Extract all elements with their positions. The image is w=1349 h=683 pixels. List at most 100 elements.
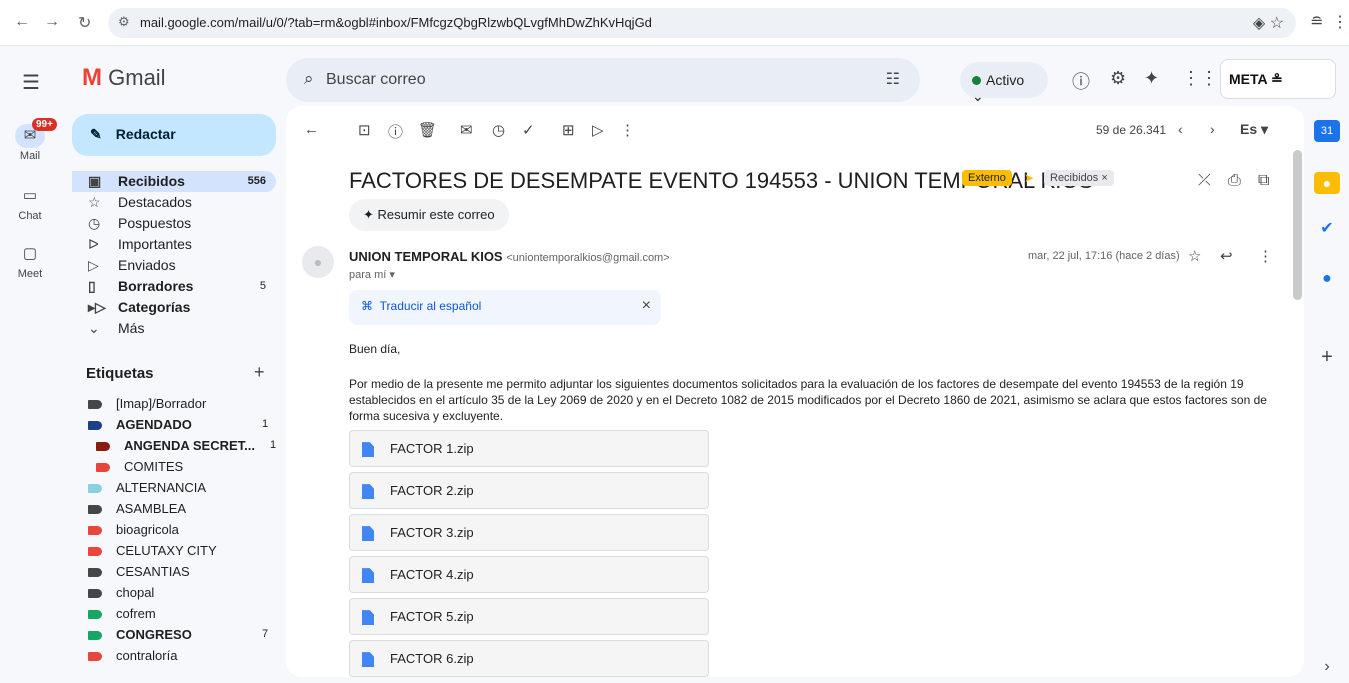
back-to-inbox-icon[interactable]: ← xyxy=(304,121,319,138)
attachment-chip[interactable]: FACTOR 1.zip xyxy=(349,430,709,467)
recipients-toggle[interactable]: para mí ▾ xyxy=(349,268,395,281)
label-tag-icon xyxy=(96,463,110,473)
reload-icon[interactable]: ↻ xyxy=(78,13,91,33)
contacts-icon[interactable]: ● xyxy=(1314,270,1340,292)
sender-avatar[interactable]: ● xyxy=(302,246,334,278)
settings-icon[interactable]: ⚙ xyxy=(1110,68,1126,89)
scrollbar[interactable] xyxy=(1293,150,1302,300)
label-item[interactable]: chopal xyxy=(88,582,154,603)
importance-marker-icon[interactable]: ➤ xyxy=(1024,171,1034,185)
url-text[interactable]: mail.google.com/mail/u/0/?tab=rm&ogbl#in… xyxy=(140,15,652,30)
attachment-chip[interactable]: FACTOR 3.zip xyxy=(349,514,709,551)
main-menu-icon[interactable]: ☰ xyxy=(22,70,40,95)
add-task-icon[interactable]: ✓ xyxy=(522,121,535,139)
labels-heading: Etiquetas xyxy=(86,365,154,382)
archive-icon[interactable]: ⊡ xyxy=(358,121,371,139)
open-new-window-icon[interactable]: ⧉ xyxy=(1258,172,1269,190)
label-item[interactable]: cofrem xyxy=(88,603,156,624)
help-icon[interactable]: ⓘ xyxy=(1072,68,1090,94)
gmail-logo[interactable]: M Gmail xyxy=(82,64,166,92)
compose-button[interactable]: ✎ Redactar xyxy=(72,114,276,156)
label-item[interactable]: ALTERNANCIA xyxy=(88,477,206,498)
input-tools-selector[interactable]: Es ▾ xyxy=(1240,121,1268,138)
message-more-icon[interactable]: ⋮ xyxy=(1258,247,1273,265)
calendar-icon[interactable]: 31 xyxy=(1314,120,1340,142)
search-options-icon[interactable]: ☷ xyxy=(886,69,900,89)
move-to-icon[interactable]: ⊞ xyxy=(562,121,575,139)
label-name: ASAMBLEA xyxy=(116,501,187,516)
label-item[interactable]: ANGENDA SECRET... 1 xyxy=(96,435,276,456)
label-tag-icon xyxy=(88,652,102,662)
attachment-name: FACTOR 3.zip xyxy=(390,525,474,540)
report-spam-icon[interactable]: ⓘ xyxy=(388,121,403,142)
attachment-chip[interactable]: FACTOR 4.zip xyxy=(349,556,709,593)
label-item[interactable]: CONGRESO 7 xyxy=(88,624,268,645)
search-bar[interactable]: ⌕ Buscar correo ☷ xyxy=(286,58,920,102)
account-org-logo[interactable]: META ≗ xyxy=(1220,59,1336,99)
label-item[interactable]: contraloría xyxy=(88,645,177,666)
add-label-icon[interactable]: + xyxy=(254,362,265,383)
rail-mail[interactable]: ✉ 99+ Mail xyxy=(0,118,60,162)
label-item[interactable]: COMITES xyxy=(96,456,183,477)
label-tag-icon xyxy=(96,442,110,452)
labels-icon[interactable]: ▷ xyxy=(592,121,604,139)
attachment-chip[interactable]: FACTOR 5.zip xyxy=(349,598,709,635)
keep-icon[interactable]: ● xyxy=(1314,172,1340,194)
label-tag-icon xyxy=(88,547,102,557)
search-input[interactable]: Buscar correo xyxy=(326,71,426,89)
show-side-panel-icon[interactable]: › xyxy=(1314,658,1340,680)
delete-icon[interactable]: 🗑︎ xyxy=(418,121,437,139)
nav-categories[interactable]: ▸▷ Categorías xyxy=(72,297,276,318)
label-item[interactable]: AGENDADO 1 xyxy=(88,414,268,435)
reply-icon[interactable]: ↩ xyxy=(1220,247,1233,265)
star-icon[interactable]: ☆ xyxy=(1188,247,1201,265)
collapse-icon[interactable]: ⤫ xyxy=(1198,172,1211,190)
label-item[interactable]: [Imap]/Borrador xyxy=(88,393,206,414)
sender[interactable]: UNION TEMPORAL KIOS <uniontemporalkios@g… xyxy=(349,249,670,264)
attachment-name: FACTOR 6.zip xyxy=(390,651,474,666)
label-item[interactable]: ASAMBLEA xyxy=(88,498,186,519)
tasks-icon[interactable]: ✔ xyxy=(1314,218,1340,240)
nav-starred[interactable]: ☆ Destacados xyxy=(72,192,276,213)
nav-snoozed[interactable]: ◷ Pospuestos xyxy=(72,213,276,234)
browser-menu-icon[interactable]: ⋮ xyxy=(1332,12,1348,32)
inbox-tag[interactable]: Recibidos × xyxy=(1044,170,1114,186)
label-tag-icon xyxy=(88,526,102,536)
rail-chat[interactable]: ▭ Chat xyxy=(0,184,60,222)
nav-sent[interactable]: ▷ Enviados xyxy=(72,255,276,276)
address-bar[interactable]: ⚙ mail.google.com/mail/u/0/?tab=rm&ogbl#… xyxy=(108,8,1296,38)
label-item[interactable]: bioagricola xyxy=(88,519,179,540)
profile-icon[interactable]: ≘ xyxy=(1310,12,1323,32)
summarize-button[interactable]: ✦ Resumir este correo xyxy=(349,199,509,231)
nav-important[interactable]: ᐅ Importantes xyxy=(72,234,276,255)
status-selector[interactable]: Activo ⌄ xyxy=(960,62,1048,104)
translate-link[interactable]: Traducir al español xyxy=(380,299,482,313)
more-options-icon[interactable]: ⋮ xyxy=(620,121,635,139)
label-item[interactable]: CESANTIAS xyxy=(88,561,190,582)
apps-grid-icon[interactable]: ⋮⋮ xyxy=(1182,68,1218,89)
rail-meet[interactable]: ▢ Meet xyxy=(0,242,60,280)
attachment-name: FACTOR 4.zip xyxy=(390,567,474,582)
newer-icon[interactable]: ‹ xyxy=(1178,121,1183,137)
snooze-icon[interactable]: ◷ xyxy=(492,121,505,139)
search-icon[interactable]: ⌕ xyxy=(304,69,314,89)
back-icon[interactable]: ← xyxy=(14,13,30,31)
nav-inbox[interactable]: ▣ Recibidos 556 xyxy=(72,171,276,192)
mark-unread-icon[interactable]: ✉ xyxy=(460,121,473,139)
label-count: 7 xyxy=(262,628,269,640)
bookmark-star-icon[interactable]: ◈ ☆ xyxy=(1253,13,1284,33)
site-info-icon[interactable]: ⚙ xyxy=(118,14,130,30)
gemini-icon[interactable]: ✦ xyxy=(1144,68,1159,89)
print-icon[interactable]: ⎙ xyxy=(1228,172,1241,190)
close-icon[interactable]: × xyxy=(642,297,651,315)
forward-icon[interactable]: → xyxy=(44,13,60,31)
label-item[interactable]: CELUTAXY CITY xyxy=(88,540,217,561)
get-addons-icon[interactable]: + xyxy=(1314,346,1340,368)
attachment-name: FACTOR 1.zip xyxy=(390,441,474,456)
nav-drafts[interactable]: ▯ Borradores 5 xyxy=(72,276,276,297)
attachment-chip[interactable]: FACTOR 2.zip xyxy=(349,472,709,509)
older-icon[interactable]: › xyxy=(1210,121,1215,137)
attachment-chip[interactable]: FACTOR 6.zip xyxy=(349,640,709,677)
nav-more[interactable]: ⌄ Más xyxy=(72,318,276,339)
message-pane: ← ⊡ ⓘ 🗑︎ ✉ ◷ ✓ ⊞ ▷ ⋮ 59 de 26.341 ‹ › Es… xyxy=(286,106,1304,677)
